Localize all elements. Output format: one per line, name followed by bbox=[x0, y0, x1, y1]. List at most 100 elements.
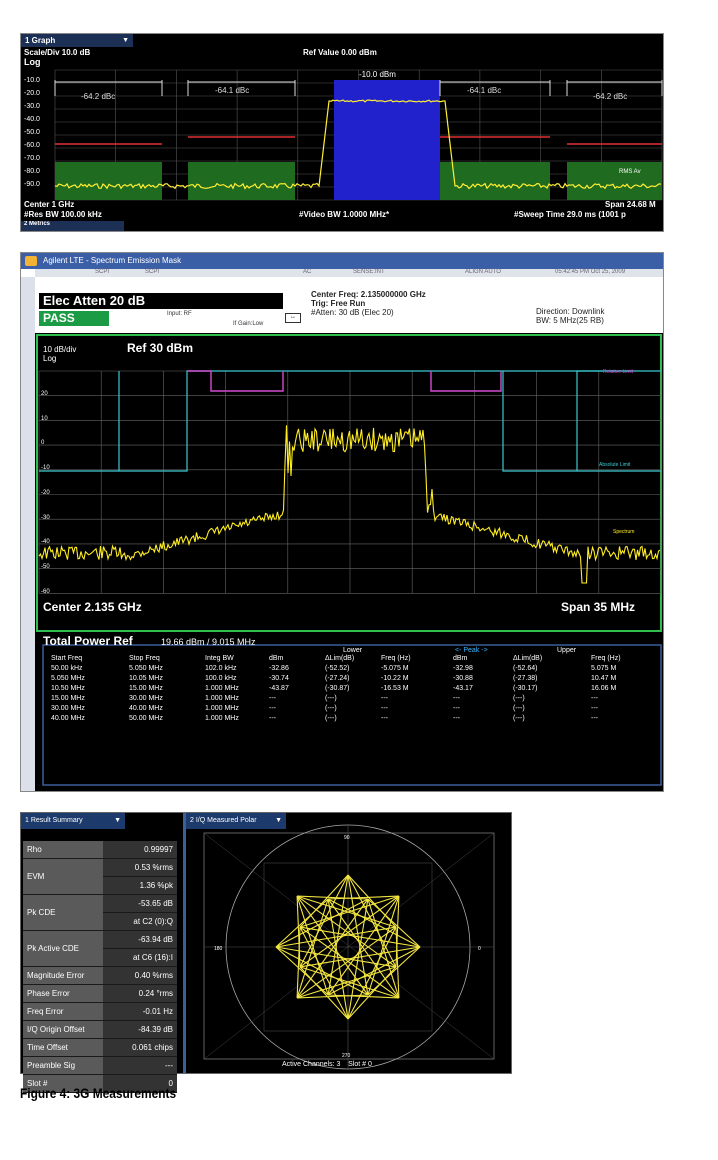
table-row[interactable]: 15.00 MHz 30.00 MHz 1.000 MHz --- (---) --- --… bbox=[51, 695, 659, 705]
summary-value: -63.94 dB bbox=[103, 930, 177, 949]
table-row[interactable]: 50.00 kHz 5.050 MHz 102.0 kHz -32.86 (-52.52… bbox=[51, 665, 659, 675]
table-cell: (---) bbox=[325, 715, 337, 722]
table-cell: 50.00 MHz bbox=[129, 715, 163, 722]
summary-row[interactable]: EVM 0.53 %rms bbox=[23, 858, 177, 895]
summary-row[interactable]: Freq Error -0.01 Hz bbox=[23, 1002, 177, 1021]
y-tick-label: 10 bbox=[41, 415, 48, 422]
table-cell: --- bbox=[453, 705, 460, 712]
table-row[interactable]: 10.50 MHz 15.00 MHz 1.000 MHz -43.87 (-30.87… bbox=[51, 685, 659, 695]
band-label: -64.1 dBc bbox=[215, 86, 250, 95]
metrics-tab[interactable]: 2 Metrics bbox=[21, 221, 124, 231]
arrow-icon: ↔ bbox=[285, 313, 301, 323]
summary-row[interactable]: Time Offset 0.061 chips bbox=[23, 1038, 177, 1057]
summary-value: 0.40 %rms bbox=[103, 966, 177, 985]
table-cell: (---) bbox=[513, 705, 525, 712]
summary-value: -84.39 dB bbox=[103, 1020, 177, 1039]
table-cell: -16.53 M bbox=[381, 685, 409, 692]
table-cell: 10.50 MHz bbox=[51, 685, 85, 692]
db-per-div: 10 dB/div bbox=[43, 345, 77, 354]
graph-panel: 1 Graph ▼ Scale/Div 10.0 dB Log Ref Valu… bbox=[20, 33, 664, 232]
y-tick-label: -20 bbox=[41, 489, 50, 496]
graph-tab[interactable]: 1 Graph ▼ bbox=[21, 34, 133, 47]
y-tick-label: -50 bbox=[41, 563, 50, 570]
rms-label: RMS Av bbox=[619, 169, 641, 175]
absolute-limit-label: Absolute Limit bbox=[599, 462, 631, 468]
total-power-label: Total Power Ref bbox=[43, 634, 133, 648]
table-cell: 50.00 kHz bbox=[51, 665, 83, 672]
column-header: Freq (Hz) bbox=[381, 655, 411, 662]
table-cell: --- bbox=[381, 705, 388, 712]
summary-value: 0.99997 bbox=[103, 841, 177, 859]
y-tick-label: -10.0 bbox=[24, 77, 40, 84]
column-header: Freq (Hz) bbox=[591, 655, 621, 662]
summary-value: --- bbox=[103, 1056, 177, 1075]
band-label: -64.2 dBc bbox=[81, 92, 116, 101]
table-cell: --- bbox=[269, 715, 276, 722]
summary-row[interactable]: Pk CDE -53.65 dB bbox=[23, 894, 177, 931]
summary-row[interactable]: Phase Error 0.24 °rms bbox=[23, 984, 177, 1003]
column-header: Integ BW bbox=[205, 655, 234, 662]
y-tick-label: -40.0 bbox=[24, 116, 40, 123]
table-cell: 100.0 kHz bbox=[205, 675, 237, 682]
table-cell: 1.000 MHz bbox=[205, 715, 239, 722]
table-row[interactable]: 40.00 MHz 50.00 MHz 1.000 MHz --- (---) --- --… bbox=[51, 715, 659, 725]
polar-plot: 90 180 0 270 bbox=[203, 824, 495, 1070]
table-row[interactable]: 5.050 MHz 10.05 MHz 100.0 kHz -30.74 (-27.24… bbox=[51, 675, 659, 685]
summary-row[interactable]: Pk Active CDE -63.94 dB bbox=[23, 930, 177, 967]
result-summary-window: 1 Result Summary ▼ Rho 0.99997 EVM 0.53 %rm… bbox=[20, 812, 512, 1093]
summary-label: Pk Active CDE bbox=[23, 930, 103, 967]
summary-value: 0.24 °rms bbox=[103, 984, 177, 1003]
column-header: dBm bbox=[453, 655, 468, 662]
summary-row[interactable]: Magnitude Error 0.40 %rms bbox=[23, 966, 177, 985]
polar-status: Active Channels: 3 Slot # 0 bbox=[282, 1061, 372, 1068]
band-label: -10.0 dBm bbox=[359, 70, 396, 79]
table-cell: --- bbox=[453, 715, 460, 722]
result-summary-panel: 1 Result Summary ▼ Rho 0.99997 EVM 0.53 %rm… bbox=[21, 813, 183, 1093]
summary-label: Rho bbox=[23, 841, 103, 859]
summary-tab-label: 1 Result Summary bbox=[25, 817, 83, 824]
axis-label-left: 180 bbox=[214, 946, 223, 952]
table-cell: (---) bbox=[325, 695, 337, 702]
span: Span 24.68 M bbox=[605, 200, 656, 209]
results-table: Start Freq Stop Freq Integ BW dBm ΔLim(dB) Fr… bbox=[51, 653, 659, 725]
table-cell: --- bbox=[269, 705, 276, 712]
summary-value: 0.061 chips bbox=[103, 1038, 177, 1057]
y-tick-label: -60 bbox=[41, 588, 50, 595]
center-freq: Center 1 GHz bbox=[24, 200, 75, 209]
y-tick-label: -70.0 bbox=[24, 155, 40, 162]
column-header: Stop Freq bbox=[129, 655, 160, 662]
table-cell: (-30.87) bbox=[325, 685, 350, 692]
table-cell: -43.17 bbox=[453, 685, 473, 692]
table-cell: 16.06 M bbox=[591, 685, 617, 692]
result-summary-table: Rho 0.99997 EVM 0.53 %rms 1.36 %pk Pk CDE -53.… bbox=[23, 841, 177, 1093]
table-cell: 5.075 M bbox=[591, 665, 617, 672]
scale-per-div: Scale/Div 10.0 dB bbox=[24, 48, 91, 57]
table-cell: -5.075 M bbox=[381, 665, 409, 672]
table-cell: 15.00 MHz bbox=[51, 695, 85, 702]
table-cell: 40.00 MHz bbox=[129, 705, 163, 712]
column-header: ΔLim(dB) bbox=[513, 655, 543, 662]
direction-header: Direction: Downlink bbox=[536, 307, 605, 316]
summary-row[interactable]: Rho 0.99997 bbox=[23, 841, 177, 859]
summary-row[interactable]: I/Q Origin Offset -84.39 dB bbox=[23, 1020, 177, 1039]
table-cell: (-30.17) bbox=[513, 685, 538, 692]
axis-label-top: 90 bbox=[344, 835, 350, 841]
table-cell: -32.86 bbox=[269, 665, 289, 672]
y-tick-label: -30 bbox=[41, 514, 50, 521]
table-cell: (-27.24) bbox=[325, 675, 350, 682]
summary-tab[interactable]: 1 Result Summary ▼ bbox=[21, 813, 125, 829]
table-cell: -30.74 bbox=[269, 675, 289, 682]
offset-band bbox=[567, 162, 662, 200]
table-cell: 10.47 M bbox=[591, 675, 617, 682]
y-tick-label: -40 bbox=[41, 539, 50, 546]
table-row[interactable]: 30.00 MHz 40.00 MHz 1.000 MHz --- (---) --- --… bbox=[51, 705, 659, 715]
y-tick-label: -60.0 bbox=[24, 142, 40, 149]
summary-row[interactable]: Preamble Sig --- bbox=[23, 1056, 177, 1075]
table-cell: -43.87 bbox=[269, 685, 289, 692]
input-label: Input: RF bbox=[167, 311, 192, 317]
y-tick-label: -10 bbox=[41, 465, 50, 472]
table-cell: --- bbox=[381, 715, 388, 722]
y-tick-label: -50.0 bbox=[24, 129, 40, 136]
column-header: dBm bbox=[269, 655, 284, 662]
y-tick-label: -30.0 bbox=[24, 103, 40, 110]
